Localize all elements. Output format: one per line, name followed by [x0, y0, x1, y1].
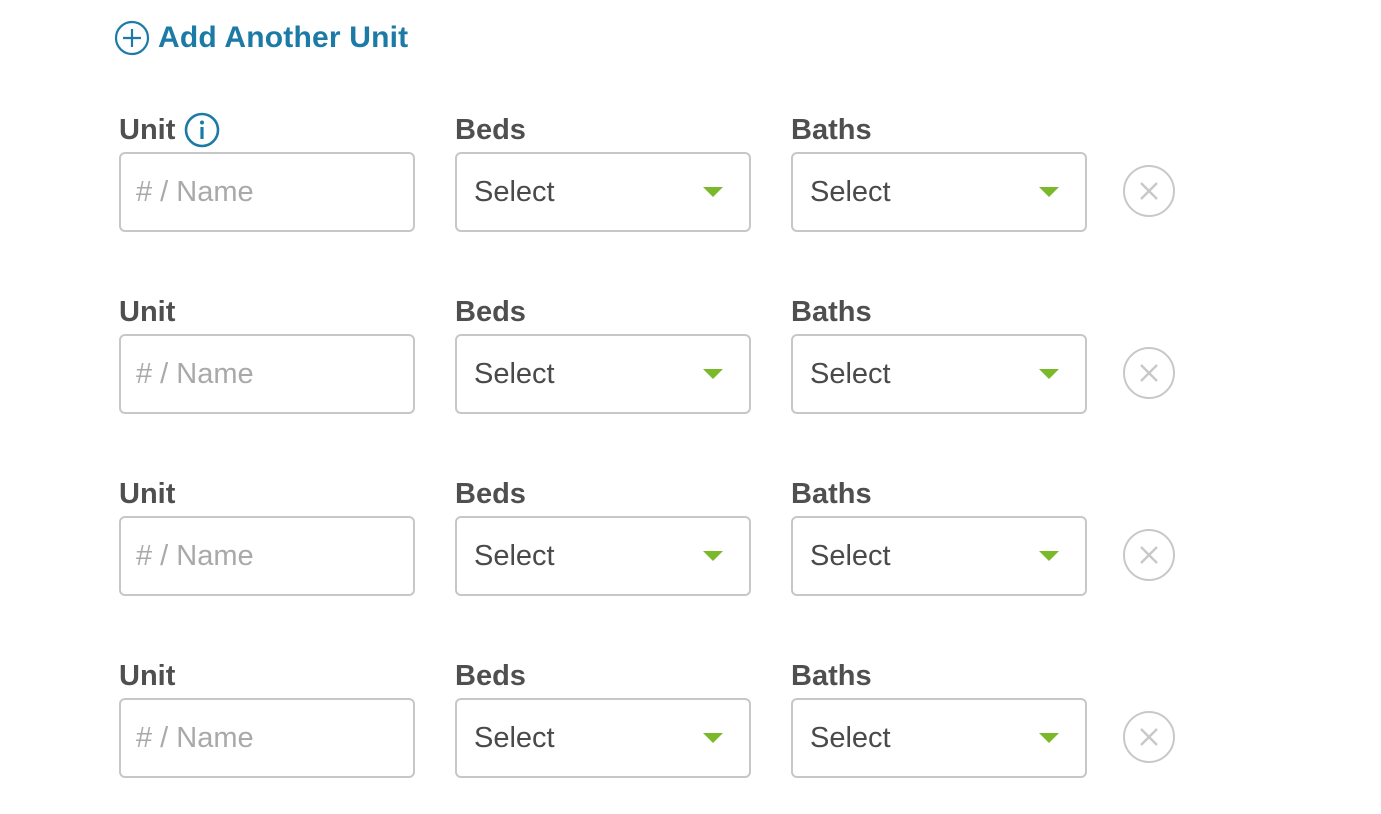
chevron-down-icon: [1039, 369, 1059, 379]
baths-field: Baths Select: [791, 476, 1087, 596]
baths-label: Baths: [791, 295, 872, 328]
baths-select-value: Select: [810, 540, 891, 572]
beds-select[interactable]: Select: [455, 334, 751, 414]
plus-circle-icon: [114, 20, 150, 56]
baths-select[interactable]: Select: [791, 698, 1087, 778]
chevron-down-icon: [1039, 187, 1059, 197]
baths-select-value: Select: [810, 722, 891, 754]
close-circle-icon: [1123, 165, 1175, 217]
remove-unit-button[interactable]: [1122, 164, 1176, 218]
unit-label: Unit: [119, 295, 176, 328]
remove-unit-button[interactable]: [1122, 710, 1176, 764]
baths-field: Baths Select: [791, 658, 1087, 778]
unit-name-input[interactable]: [119, 334, 415, 414]
unit-field: Unit: [119, 294, 415, 414]
unit-row: Unit Beds Select Baths Select: [119, 658, 1219, 814]
unit-field: Unit: [119, 476, 415, 596]
unit-field: Unit: [119, 112, 415, 232]
beds-label: Beds: [455, 295, 526, 328]
chevron-down-icon: [1039, 733, 1059, 743]
baths-select-value: Select: [810, 358, 891, 390]
beds-label: Beds: [455, 477, 526, 510]
baths-label: Baths: [791, 477, 872, 510]
baths-field: Baths Select: [791, 294, 1087, 414]
beds-select-value: Select: [474, 540, 555, 572]
info-icon[interactable]: [184, 112, 220, 148]
beds-select[interactable]: Select: [455, 152, 751, 232]
baths-field: Baths Select: [791, 112, 1087, 232]
unit-row: Unit Beds Select Baths Select: [119, 476, 1219, 646]
beds-field: Beds Select: [455, 294, 751, 414]
unit-label: Unit: [119, 659, 176, 692]
unit-label-wrapper: Unit: [119, 112, 415, 148]
unit-name-input[interactable]: [119, 516, 415, 596]
remove-unit-button[interactable]: [1122, 346, 1176, 400]
baths-select[interactable]: Select: [791, 334, 1087, 414]
baths-select[interactable]: Select: [791, 516, 1087, 596]
remove-unit-button[interactable]: [1122, 528, 1176, 582]
baths-label: Baths: [791, 659, 872, 692]
baths-select[interactable]: Select: [791, 152, 1087, 232]
beds-select[interactable]: Select: [455, 516, 751, 596]
baths-select-value: Select: [810, 176, 891, 208]
chevron-down-icon: [703, 551, 723, 561]
unit-name-input[interactable]: [119, 152, 415, 232]
chevron-down-icon: [703, 187, 723, 197]
beds-select-value: Select: [474, 358, 555, 390]
chevron-down-icon: [1039, 551, 1059, 561]
unit-form: Add Another Unit Unit Beds Select Baths: [0, 0, 1381, 814]
beds-field: Beds Select: [455, 476, 751, 596]
close-circle-icon: [1123, 529, 1175, 581]
unit-name-input[interactable]: [119, 698, 415, 778]
baths-label: Baths: [791, 113, 872, 146]
close-circle-icon: [1123, 347, 1175, 399]
add-another-unit-link[interactable]: Add Another Unit: [114, 18, 408, 58]
beds-field: Beds Select: [455, 112, 751, 232]
unit-field: Unit: [119, 658, 415, 778]
chevron-down-icon: [703, 369, 723, 379]
beds-label: Beds: [455, 113, 526, 146]
add-another-unit-label: Add Another Unit: [158, 21, 409, 54]
beds-select[interactable]: Select: [455, 698, 751, 778]
beds-select-value: Select: [474, 176, 555, 208]
beds-field: Beds Select: [455, 658, 751, 778]
unit-row: Unit Beds Select Baths Select: [119, 294, 1219, 464]
unit-label: Unit: [119, 113, 176, 146]
close-circle-icon: [1123, 711, 1175, 763]
chevron-down-icon: [703, 733, 723, 743]
unit-label: Unit: [119, 477, 176, 510]
beds-select-value: Select: [474, 722, 555, 754]
unit-row: Unit Beds Select Baths Select: [119, 112, 1219, 282]
beds-label: Beds: [455, 659, 526, 692]
